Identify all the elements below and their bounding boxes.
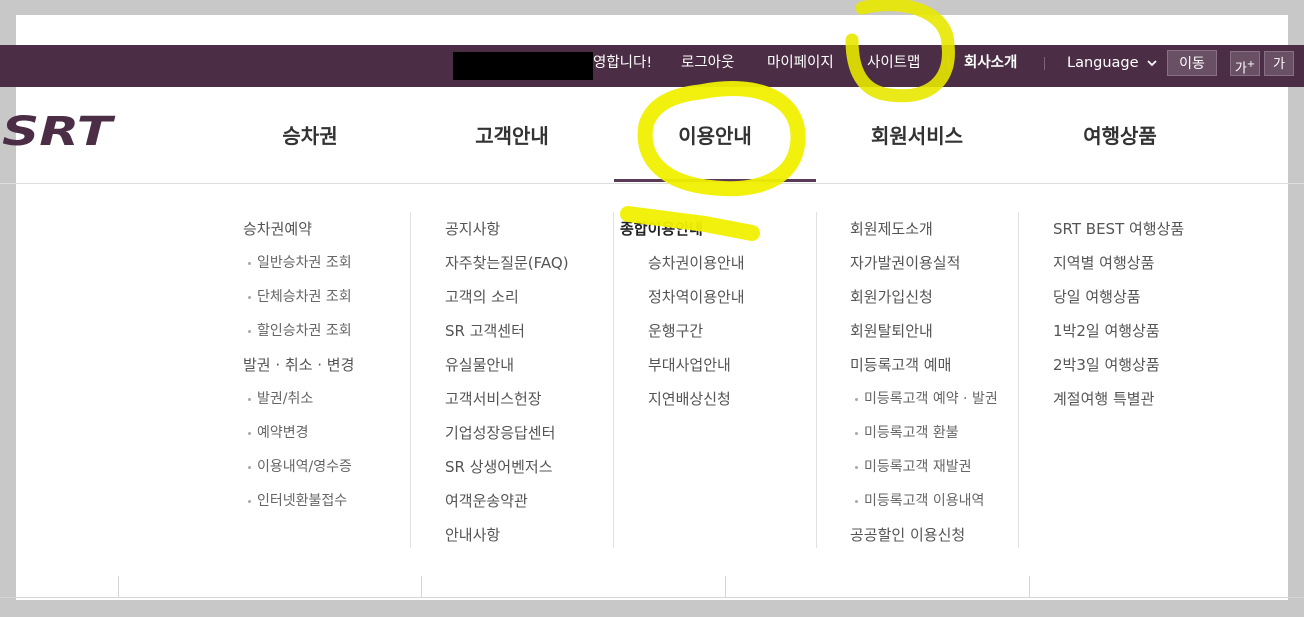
column-divider <box>613 212 614 548</box>
divider <box>948 57 949 70</box>
table-divider <box>0 597 1304 598</box>
menu-item-active[interactable]: 종합이용안내 <box>620 212 745 246</box>
gnb-member-service[interactable]: 회원서비스 <box>837 121 997 151</box>
menu-item[interactable]: 회원제도소개 <box>850 212 998 246</box>
menu-item[interactable]: 2박3일 여행상품 <box>1053 348 1184 382</box>
menu-item[interactable]: 승차권예약 <box>243 212 354 246</box>
menu-subitem[interactable]: 인터넷환불접수 <box>243 484 354 518</box>
menu-column-customer-guide: 공지사항 자주찾는질문(FAQ) 고객의 소리 SR 고객센터 유실물안내 고객… <box>445 212 569 552</box>
menu-item[interactable]: 고객의 소리 <box>445 280 569 314</box>
gnb-active-indicator <box>614 179 816 182</box>
menu-subitem[interactable]: 미등록고객 이용내역 <box>850 484 998 518</box>
gnb-tickets[interactable]: 승차권 <box>240 121 380 151</box>
menu-item[interactable]: 지연배상신청 <box>648 382 745 416</box>
menu-item[interactable]: 회원가입신청 <box>850 280 998 314</box>
go-button[interactable]: 이동 <box>1167 50 1217 76</box>
menu-column-travel-products: SRT BEST 여행상품 지역별 여행상품 당일 여행상품 1박2일 여행상품… <box>1053 212 1184 416</box>
table-divider <box>118 576 119 598</box>
menu-item[interactable]: 승차권이용안내 <box>648 246 745 280</box>
logout-link[interactable]: 로그아웃 <box>681 53 734 73</box>
gnb-usage-guide[interactable]: 이용안내 <box>635 121 795 151</box>
language-label: Language <box>1067 55 1139 71</box>
srt-logo-text: SRT <box>2 111 115 151</box>
menu-column-usage-guide: 종합이용안내 승차권이용안내 정차역이용안내 운행구간 부대사업안내 지연배상신… <box>620 212 745 416</box>
font-larger-sup: + <box>1246 59 1256 70</box>
menu-item[interactable]: 운행구간 <box>648 314 745 348</box>
gnb-divider <box>0 183 1304 184</box>
srt-logo: SRT <box>2 111 115 151</box>
language-select[interactable]: Language <box>1067 53 1157 73</box>
menu-subitem[interactable]: 발권/취소 <box>243 382 354 416</box>
table-divider <box>421 576 422 598</box>
menu-item[interactable]: 공공할인 이용신청 <box>850 518 998 552</box>
menu-item[interactable]: 정차역이용안내 <box>648 280 745 314</box>
menu-item[interactable]: 발권 · 취소 · 변경 <box>243 348 354 382</box>
column-divider <box>410 212 411 548</box>
menu-item[interactable]: 미등록고객 예매 <box>850 348 998 382</box>
menu-item[interactable]: 자주찾는질문(FAQ) <box>445 246 569 280</box>
menu-subitem[interactable]: 미등록고객 예약 · 발권 <box>850 382 998 416</box>
menu-item[interactable]: 회원탈퇴안내 <box>850 314 998 348</box>
font-normal-button[interactable]: 가 <box>1264 51 1294 76</box>
menu-item[interactable]: 계절여행 특별관 <box>1053 382 1184 416</box>
menu-item[interactable]: 안내사항 <box>445 518 569 552</box>
table-divider <box>1029 576 1030 598</box>
mypage-link[interactable]: 마이페이지 <box>767 53 834 73</box>
gnb-travel-products[interactable]: 여행상품 <box>1040 121 1200 151</box>
menu-subitem[interactable]: 미등록고객 재발권 <box>850 450 998 484</box>
menu-subitem[interactable]: 미등록고객 환불 <box>850 416 998 450</box>
sitemap-link[interactable]: 사이트맵 <box>867 53 920 73</box>
divider <box>1044 57 1045 70</box>
menu-item[interactable]: SR 상생어벤저스 <box>445 450 569 484</box>
menu-item[interactable]: 여객운송약관 <box>445 484 569 518</box>
menu-item[interactable]: 공지사항 <box>445 212 569 246</box>
menu-subitem[interactable]: 이용내역/영수증 <box>243 450 354 484</box>
menu-item[interactable]: 유실물안내 <box>445 348 569 382</box>
menu-subitem[interactable]: 예약변경 <box>243 416 354 450</box>
menu-item[interactable]: 1박2일 여행상품 <box>1053 314 1184 348</box>
table-divider <box>725 576 726 598</box>
menu-item[interactable]: 자가발권이용실적 <box>850 246 998 280</box>
menu-item[interactable]: 기업성장응답센터 <box>445 416 569 450</box>
menu-item[interactable]: 지역별 여행상품 <box>1053 246 1184 280</box>
column-divider <box>816 212 817 548</box>
font-larger-button[interactable]: 가+ <box>1230 51 1260 76</box>
column-divider <box>1018 212 1019 548</box>
welcome-text: 영합니다! <box>593 55 653 71</box>
menu-column-tickets: 승차권예약 일반승차권 조회 단체승차권 조회 할인승차권 조회 발권 · 취소… <box>243 212 354 518</box>
menu-column-member-service: 회원제도소개 자가발권이용실적 회원가입신청 회원탈퇴안내 미등록고객 예매 미… <box>850 212 998 552</box>
menu-item[interactable]: 고객서비스헌장 <box>445 382 569 416</box>
company-link[interactable]: 회사소개 <box>964 53 1017 73</box>
gnb-customer-guide[interactable]: 고객안내 <box>432 121 592 151</box>
menu-item[interactable]: 당일 여행상품 <box>1053 280 1184 314</box>
menu-subitem[interactable]: 일반승차권 조회 <box>243 246 354 280</box>
menu-item[interactable]: 부대사업안내 <box>648 348 745 382</box>
chevron-down-icon <box>1147 60 1157 67</box>
redacted-username <box>453 52 593 80</box>
font-larger-label: 가 <box>1234 61 1247 77</box>
background-table-fragment <box>0 576 1304 598</box>
menu-subitem[interactable]: 단체승차권 조회 <box>243 280 354 314</box>
menu-item[interactable]: SR 고객센터 <box>445 314 569 348</box>
menu-item[interactable]: SRT BEST 여행상품 <box>1053 212 1184 246</box>
menu-subitem[interactable]: 할인승차권 조회 <box>243 314 354 348</box>
